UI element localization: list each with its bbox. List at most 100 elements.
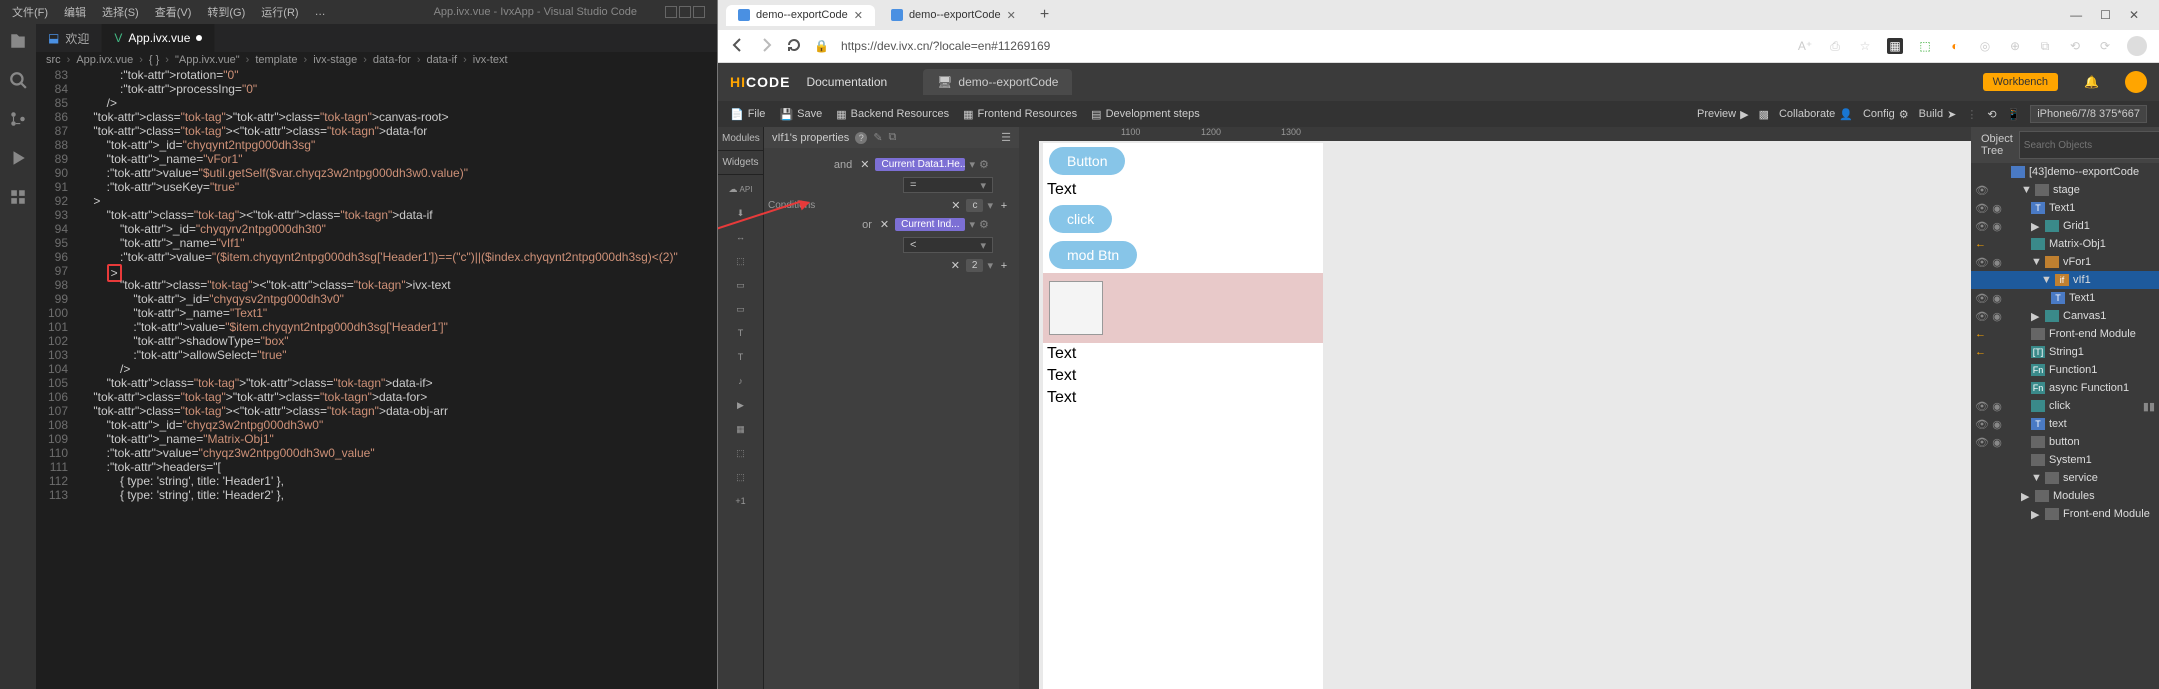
tree-row[interactable]: ←[T]String1 [1971,343,2159,361]
browser-tab[interactable]: demo--exportCode✕ [726,5,875,26]
widget-tool[interactable]: ☁ API [726,181,756,197]
preview-button[interactable]: Preview ▶ [1697,108,1749,121]
visibility-icon[interactable]: 👁 [1975,202,1987,215]
widget-tool[interactable]: ▦ [726,421,756,437]
canvas-text-1[interactable]: Text [1043,179,1323,201]
breadcrumb-item[interactable]: { } [149,54,159,66]
collaborate-button[interactable]: Collaborate 👤 [1779,108,1853,121]
widget-tool[interactable]: ⬚ [726,253,756,269]
widget-tool[interactable]: ↔ [726,229,756,245]
debug-icon[interactable] [9,149,27,170]
breadcrumb-item[interactable]: ivx-stage [313,54,357,66]
add-condition-icon[interactable]: + [997,260,1011,272]
visibility-icon[interactable]: 👁 [1975,310,1987,323]
collapse-icon[interactable]: ▼ [2041,274,2051,286]
tree-row[interactable]: 👁◉▶Canvas1 [1971,307,2159,325]
ext2-icon[interactable]: ⬚ [1917,38,1933,54]
breadcrumb-item[interactable]: src [46,54,61,66]
help-icon[interactable]: ? [855,132,867,144]
orientation-icon[interactable]: ⟲ [1987,108,1996,121]
widget-tool[interactable]: ▭ [726,277,756,293]
ext5-icon[interactable]: ⧉ [2037,38,2053,54]
expand-icon[interactable]: ▶ [2031,310,2041,323]
modules-label[interactable]: Modules [718,127,763,151]
canvas-area[interactable]: 110012001300 Button Text click mod Btn T… [1019,127,1971,689]
breadcrumb-item[interactable]: ivx-text [473,54,508,66]
target-icon[interactable]: ◉ [1991,400,2003,413]
breadcrumb-item[interactable]: template [255,54,297,66]
sidebar-icon[interactable]: ⟳ [2097,38,2113,54]
collapse-icon[interactable]: ▼ [2031,472,2041,484]
menu-item[interactable]: … [315,6,326,18]
profile-icon[interactable] [2127,36,2147,56]
tree-row[interactable]: 👁◉TText1 [1971,199,2159,217]
tree-row[interactable]: FnFunction1 [1971,361,2159,379]
object-tree[interactable]: [43]demo--exportCode👁▼stage👁◉TText1👁◉▶Gr… [1971,163,2159,689]
favorite-icon[interactable]: ☆ [1857,38,1873,54]
canvas-button-3[interactable]: mod Btn [1049,241,1137,269]
widget-tool[interactable]: ⬚ [726,445,756,461]
scm-icon[interactable] [9,110,27,131]
phone-preview[interactable]: Button Text click mod Btn Text Text Text [1043,143,1323,689]
widget-tool[interactable]: T [726,325,756,341]
breadcrumb-item[interactable]: App.ivx.vue [76,54,133,66]
condition-tag[interactable]: Current Data1.He... [875,158,965,171]
search-icon[interactable] [9,71,27,92]
visibility-icon[interactable]: 👁 [1975,436,1987,449]
target-icon[interactable]: ◉ [1991,220,2003,233]
tree-row[interactable]: ▶Front-end Module [1971,505,2159,523]
ext1-icon[interactable]: ▦ [1887,38,1903,54]
collections-icon[interactable]: ⊕ [2007,38,2023,54]
url-text[interactable]: https://dev.ivx.cn/?locale=en#11269169 [841,39,1785,53]
menu-item[interactable]: 选择(S) [102,4,139,20]
tree-row[interactable]: 👁◉▼vFor1 [1971,253,2159,271]
back-icon[interactable] [730,37,746,56]
tree-row[interactable]: Fnasync Function1 [1971,379,2159,397]
visibility-icon[interactable]: 👁 [1975,400,1987,413]
menu-item[interactable]: 编辑 [64,4,86,20]
canvas-text-2[interactable]: Text [1043,343,1323,365]
breadcrumb-item[interactable]: data-for [373,54,411,66]
config-button[interactable]: Config ⚙ [1863,108,1909,121]
project-tab[interactable]: 🖥 demo--exportCode [923,69,1072,95]
window-button[interactable]: ☐ [2100,8,2111,22]
ext3-icon[interactable]: ◐ [1947,38,1963,54]
search-objects-input[interactable] [2019,131,2159,159]
explorer-icon[interactable] [9,32,27,53]
visibility-icon[interactable]: 👁 [1975,418,1987,431]
condition-value[interactable]: c [966,199,983,212]
canvas-text-4[interactable]: Text [1043,387,1323,409]
qr-icon[interactable]: ▩ [1759,108,1769,121]
menu-item[interactable]: 转到(G) [207,4,245,20]
menu-item[interactable]: 文件(F) [12,4,48,20]
vscode-editor[interactable]: 8384858687888990919293949596979899100101… [36,68,717,689]
canvas-button-1[interactable]: Button [1049,147,1125,175]
tree-row[interactable]: ←Matrix-Obj1 [1971,235,2159,253]
lock-icon[interactable]: 🔒 [814,39,829,53]
backend-button[interactable]: ▦ Backend Resources [836,108,949,121]
window-button[interactable]: ✕ [2129,8,2139,22]
collapse-icon[interactable]: ▼ [2021,184,2031,196]
expand-icon[interactable]: ▶ [2021,490,2031,503]
new-tab-button[interactable]: + [1032,6,1057,24]
collapse-icon[interactable]: ▼ [2031,256,2041,268]
visibility-icon[interactable]: 👁 [1975,256,1987,269]
tree-row[interactable]: ←Front-end Module [1971,325,2159,343]
tree-row[interactable]: ▼ifvIf1 [1971,271,2159,289]
canvas-button-2[interactable]: click [1049,205,1112,233]
menu-item[interactable]: 查看(V) [155,4,192,20]
save-button[interactable]: 💾 Save [779,108,822,121]
breadcrumb-item[interactable]: "App.ivx.vue" [175,54,240,66]
tree-row[interactable]: System1 [1971,451,2159,469]
reload-icon[interactable] [786,37,802,56]
documentation-link[interactable]: Documentation [806,75,887,89]
tree-row[interactable]: 👁◉button [1971,433,2159,451]
visibility-icon[interactable]: 👁 [1975,292,1987,305]
tree-row[interactable]: [43]demo--exportCode [1971,163,2159,181]
frontend-button[interactable]: ▦ Frontend Resources [963,108,1077,121]
tree-row[interactable]: 👁◉click▮▮ [1971,397,2159,415]
target-icon[interactable]: ◉ [1991,436,2003,449]
visibility-icon[interactable]: 👁 [1975,184,1987,197]
user-avatar[interactable] [2125,71,2147,93]
ext4-icon[interactable]: ◎ [1977,38,1993,54]
